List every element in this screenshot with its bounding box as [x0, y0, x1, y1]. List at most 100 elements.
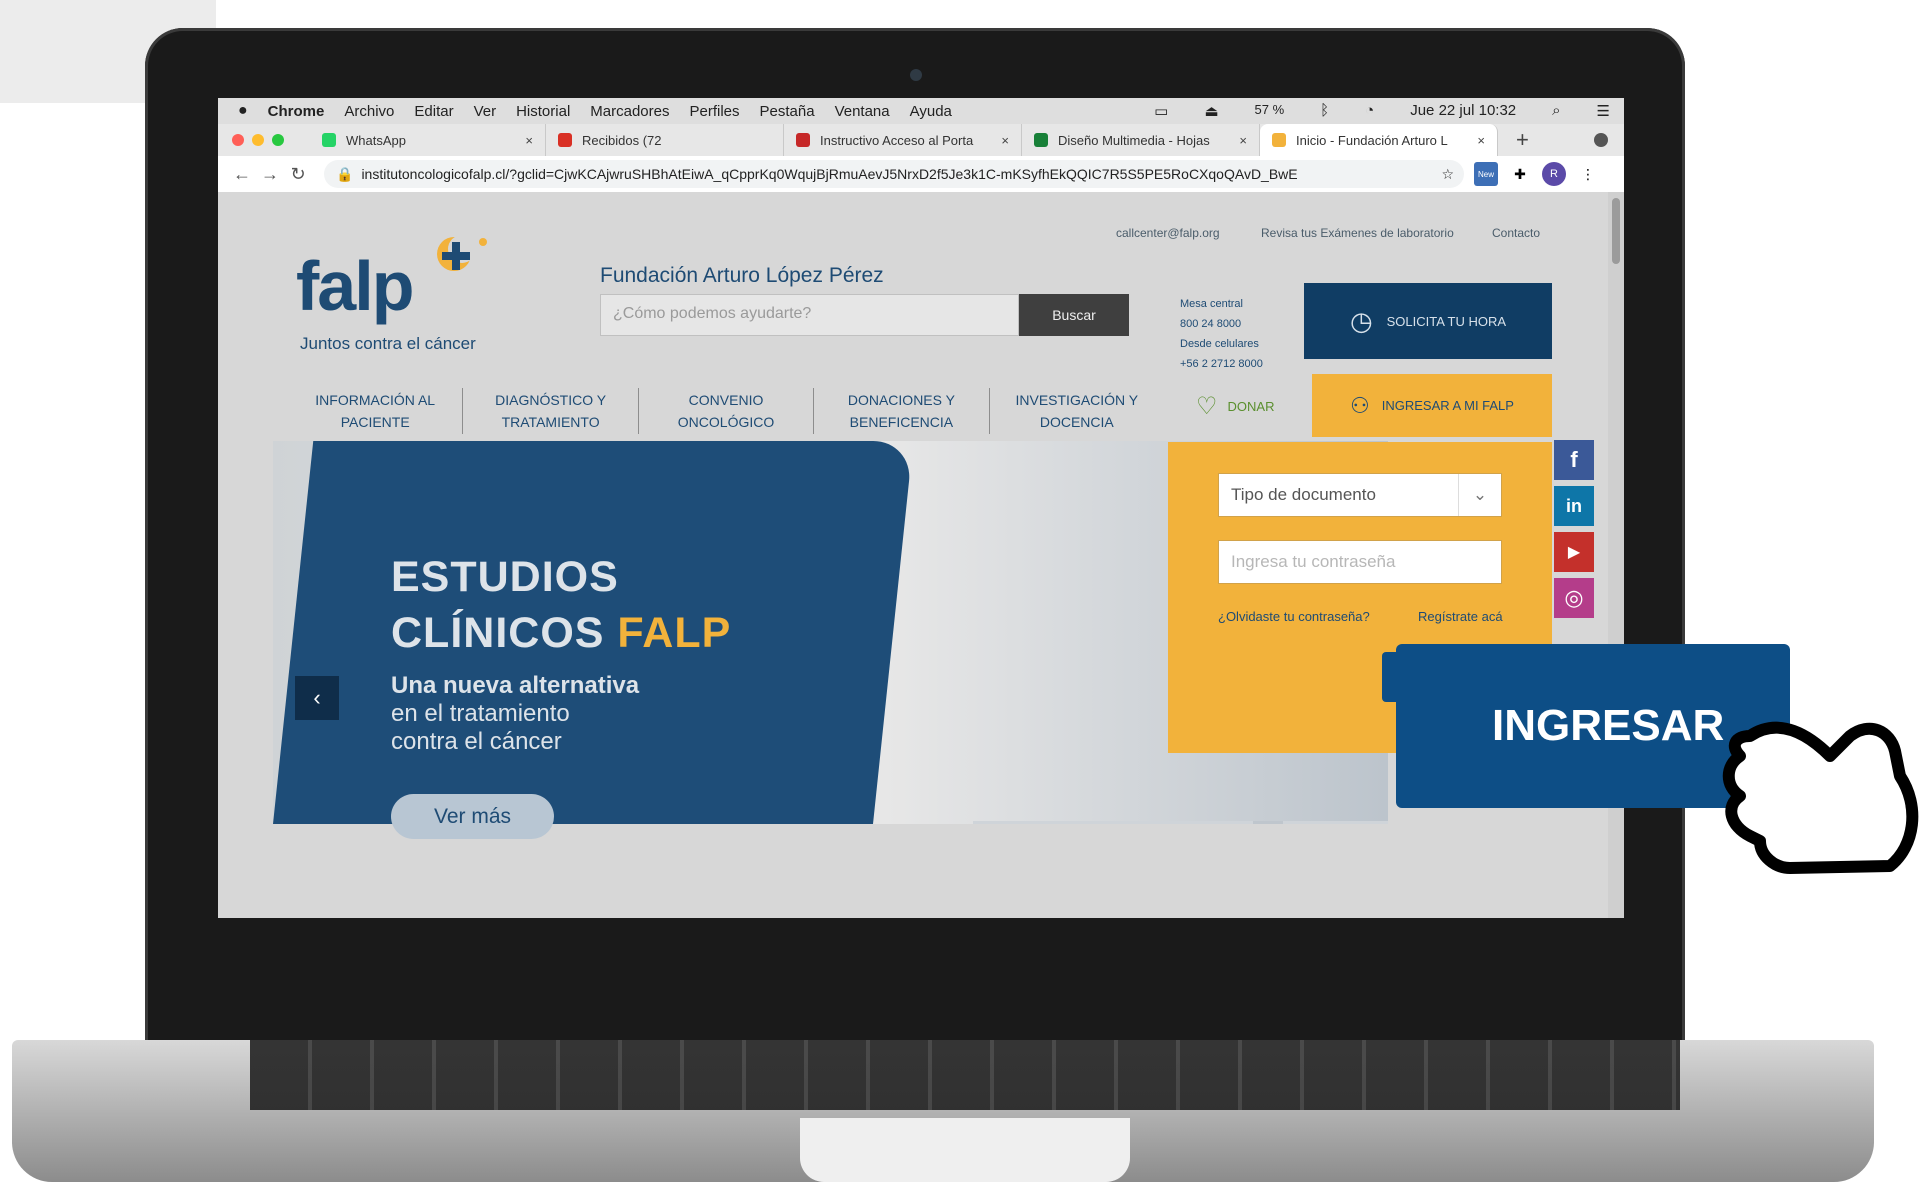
hero-line2: CLÍNICOS: [391, 609, 618, 657]
scrollbar[interactable]: [1608, 192, 1624, 918]
document-icon: [796, 133, 810, 147]
nav-line: CONVENIO: [688, 392, 764, 408]
menu-ver[interactable]: Ver: [474, 103, 497, 120]
menu-marcadores[interactable]: Marcadores: [590, 103, 669, 120]
star-icon[interactable]: ☆: [1441, 166, 1454, 183]
battery-status[interactable]: 57 %: [1255, 102, 1285, 120]
nav-line: DIAGNÓSTICO Y: [495, 392, 607, 408]
password-input[interactable]: Ingresa tu contraseña: [1218, 540, 1502, 584]
search-icon[interactable]: ⌕: [1552, 102, 1560, 120]
address-bar: ← → ↻ 🔒 institutoncologicofalp.cl/?gclid…: [218, 156, 1624, 193]
kebab-menu-icon[interactable]: ⋮: [1576, 162, 1600, 186]
lock-icon: 🔒: [336, 165, 354, 182]
airplay-icon[interactable]: ▭: [1154, 102, 1168, 120]
profile-avatar[interactable]: R: [1542, 162, 1566, 186]
pointing-hand-icon: [1722, 721, 1919, 874]
mac-menubar: ● Chrome Archivo Editar Ver Historial Ma…: [218, 98, 1624, 124]
instagram-icon[interactable]: ◎: [1554, 578, 1594, 618]
site-title: Fundación Arturo López Pérez: [600, 264, 884, 287]
tab-falp[interactable]: Inicio - Fundación Arturo L ×: [1260, 124, 1498, 156]
hero-line1: ESTUDIOS: [391, 553, 619, 601]
linkedin-icon[interactable]: in: [1554, 486, 1594, 526]
window-controls: [232, 134, 284, 146]
zoom-window-button[interactable]: [272, 134, 284, 146]
minimize-window-button[interactable]: [252, 134, 264, 146]
ingresar-mi-label: INGRESAR A MI FALP: [1381, 398, 1514, 413]
extensions-icon[interactable]: ✚: [1508, 162, 1532, 186]
menu-pestana[interactable]: Pestaña: [760, 103, 815, 120]
apple-icon[interactable]: ●: [238, 102, 248, 120]
eject-icon[interactable]: ⏏: [1204, 102, 1218, 120]
facebook-icon[interactable]: f: [1554, 440, 1594, 480]
nav-line: DONACIONES Y: [847, 392, 955, 408]
carousel-prev-button[interactable]: ‹: [295, 676, 339, 720]
nav-line: ONCOLÓGICO: [677, 414, 775, 430]
phone-cel[interactable]: +56 2 2712 8000: [1180, 358, 1263, 370]
forgot-password-link[interactable]: ¿Olvidaste tu contraseña?: [1218, 609, 1370, 624]
solicita-hora-button[interactable]: ◷ SOLICITA TU HORA: [1304, 283, 1552, 359]
ext-new-icon[interactable]: New: [1474, 162, 1498, 186]
phone-central[interactable]: 800 24 8000: [1180, 318, 1241, 330]
donar-link[interactable]: ♡ DONAR: [1196, 392, 1274, 421]
wifi-icon[interactable]: ◔: [1365, 102, 1374, 120]
tab-whatsapp[interactable]: WhatsApp ×: [310, 124, 546, 156]
bluetooth-icon[interactable]: ᛒ: [1320, 102, 1329, 120]
control-center-icon[interactable]: ☰: [1597, 102, 1610, 120]
hero-subtitle: Una nueva alternativa en el tratamiento …: [391, 672, 639, 756]
menubar-app[interactable]: Chrome: [268, 103, 325, 120]
back-button[interactable]: ←: [228, 164, 256, 185]
hero-sub2: en el tratamiento: [391, 700, 570, 727]
nav-diagnostico[interactable]: DIAGNÓSTICO Y TRATAMIENTO: [463, 388, 639, 434]
url-field[interactable]: 🔒 institutoncologicofalp.cl/?gclid=CjwKC…: [324, 160, 1464, 188]
nav-line: TRATAMIENTO: [501, 414, 600, 430]
search-input[interactable]: ¿Cómo podemos ayudarte?: [600, 294, 1019, 336]
main-nav: INFORMACIÓN AL PACIENTE DIAGNÓSTICO Y TRAT…: [288, 388, 1164, 434]
tab-gmail[interactable]: Recibidos (72: [546, 124, 784, 156]
close-window-button[interactable]: [232, 134, 244, 146]
clock[interactable]: Jue 22 jul 10:32: [1410, 102, 1516, 120]
document-type-select[interactable]: Tipo de documento ⌄: [1218, 473, 1502, 517]
register-link[interactable]: Regístrate acá: [1418, 609, 1503, 624]
menu-historial[interactable]: Historial: [516, 103, 570, 120]
close-icon[interactable]: ×: [525, 133, 533, 148]
close-icon[interactable]: ×: [1477, 133, 1485, 148]
tab-label: Inicio - Fundación Arturo L: [1296, 132, 1448, 148]
hero-sub3: contra el cáncer: [391, 728, 562, 755]
tab-sheets[interactable]: Diseño Multimedia - Hojas ×: [1022, 124, 1260, 156]
menu-ventana[interactable]: Ventana: [835, 103, 890, 120]
laptop-notch: [800, 1118, 1130, 1182]
menu-editar[interactable]: Editar: [414, 103, 453, 120]
nav-informacion[interactable]: INFORMACIÓN AL PACIENTE: [288, 388, 464, 434]
nav-line: BENEFICENCIA: [849, 414, 954, 430]
nav-line: INFORMACIÓN AL: [315, 392, 436, 408]
nav-line: PACIENTE: [340, 414, 410, 430]
menu-perfiles[interactable]: Perfiles: [689, 103, 739, 120]
heart-icon: ♡: [1196, 393, 1218, 420]
menu-archivo[interactable]: Archivo: [344, 103, 394, 120]
new-tab-button[interactable]: +: [1516, 127, 1529, 153]
url-text: institutoncologicofalp.cl/?gclid=CjwKCAj…: [361, 166, 1298, 182]
ver-mas-button[interactable]: Ver más: [391, 794, 554, 839]
user-icon: ⚇: [1350, 392, 1370, 418]
logo-wordmark: falp: [296, 247, 414, 325]
callcenter-link[interactable]: callcenter@falp.org: [1116, 226, 1220, 240]
youtube-icon[interactable]: ▶: [1554, 532, 1594, 572]
reload-button[interactable]: ↻: [284, 164, 312, 185]
examenes-link[interactable]: Revisa tus Exámenes de laboratorio: [1261, 226, 1454, 240]
ingresar-mi-falp-button[interactable]: ⚇ INGRESAR A MI FALP: [1312, 374, 1552, 437]
nav-investigacion[interactable]: INVESTIGACIÓN Y DOCENCIA: [990, 388, 1164, 434]
search-button[interactable]: Buscar: [1019, 294, 1129, 336]
tab-instructivo[interactable]: Instructivo Acceso al Porta ×: [784, 124, 1022, 156]
nav-donaciones[interactable]: DONACIONES Y BENEFICENCIA: [814, 388, 990, 434]
contacto-link[interactable]: Contacto: [1492, 226, 1540, 240]
menu-ayuda[interactable]: Ayuda: [910, 103, 952, 120]
sheets-icon: [1034, 133, 1048, 147]
close-icon[interactable]: ×: [1001, 133, 1009, 148]
nav-convenio[interactable]: CONVENIO ONCOLÓGICO: [639, 388, 815, 434]
chevron-down-icon: ⌄: [1458, 474, 1501, 516]
forward-button[interactable]: →: [256, 164, 284, 185]
tab-search-icon[interactable]: [1594, 133, 1608, 147]
close-icon[interactable]: ×: [1239, 133, 1247, 148]
gmail-icon: [558, 133, 572, 147]
tab-label: Instructivo Acceso al Porta: [820, 132, 974, 148]
